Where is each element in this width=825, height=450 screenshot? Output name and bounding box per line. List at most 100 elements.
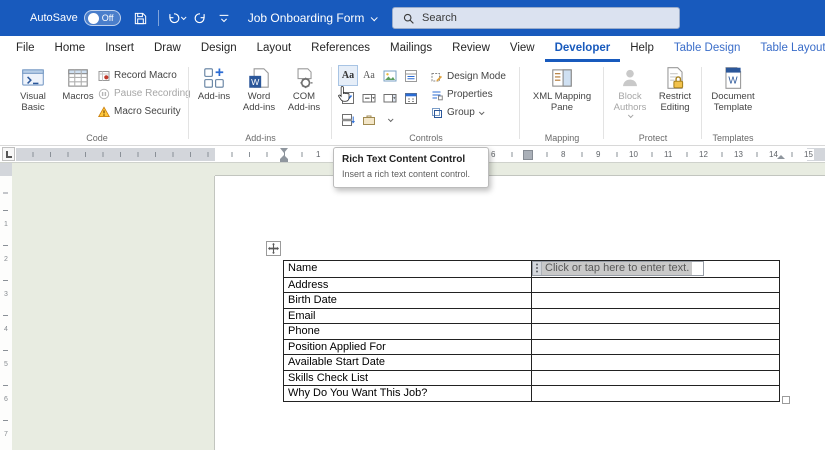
content-control-placeholder[interactable]: Click or tap here to enter text. [542, 262, 692, 275]
tab-review[interactable]: Review [442, 36, 500, 62]
table-move-handle[interactable] [266, 241, 281, 256]
table-cell-label[interactable]: Name [284, 261, 532, 277]
autosave-switch[interactable]: Off [84, 10, 121, 26]
onboarding-form-table[interactable]: Name Click or tap here to enter text. Ad… [283, 260, 780, 402]
table-cell-label[interactable]: Why Do You Want This Job? [284, 386, 532, 401]
table-cell-label[interactable]: Position Applied For [284, 340, 532, 355]
tab-stop-selector[interactable] [2, 147, 15, 161]
document-page[interactable]: Name Click or tap here to enter text. Ad… [215, 176, 825, 450]
properties-button[interactable]: Properties [431, 88, 506, 101]
undo-dropdown-icon[interactable] [181, 14, 187, 20]
redo-button[interactable] [188, 5, 212, 31]
table-cell-label[interactable]: Phone [284, 324, 532, 339]
first-line-indent-marker[interactable] [280, 148, 288, 153]
table-cell-value[interactable] [532, 371, 779, 386]
table-cell-label[interactable]: Address [284, 278, 532, 293]
com-addins-icon [291, 65, 317, 91]
table-cell-value[interactable] [532, 324, 779, 339]
autosave-toggle[interactable]: AutoSave Off [30, 10, 121, 26]
tooltip-description: Insert a rich text content control. [342, 169, 480, 180]
properties-icon [431, 89, 443, 101]
table-cell-value[interactable] [532, 309, 779, 324]
rich-text-content-control-button[interactable]: Aa [338, 65, 358, 86]
dropdown-list-content-control-button[interactable] [380, 87, 400, 108]
right-indent-marker[interactable] [777, 155, 785, 159]
macro-security-button[interactable]: Macro Security [98, 105, 191, 118]
tab-table-design[interactable]: Table Design [664, 36, 750, 62]
search-placeholder: Search [422, 12, 457, 24]
group-dropdown-icon[interactable] [479, 109, 485, 115]
building-block-gallery-control-button[interactable] [401, 65, 421, 86]
controls-more-chevron-icon[interactable] [380, 109, 400, 130]
tab-table-layout[interactable]: Table Layout [750, 36, 825, 62]
table-cell-label[interactable]: Available Start Date [284, 355, 532, 370]
tab-layout[interactable]: Layout [247, 36, 302, 62]
word-addins-button[interactable]: W Word Add-ins [237, 65, 281, 113]
titlebar-separator [158, 10, 159, 26]
table-cell-value[interactable] [532, 355, 779, 370]
content-control-handle-icon[interactable] [533, 262, 542, 275]
ruler-number: 2 [0, 255, 12, 264]
tab-draw[interactable]: Draw [144, 36, 191, 62]
tab-home[interactable]: Home [45, 36, 96, 62]
tab-help[interactable]: Help [620, 36, 664, 62]
tab-view[interactable]: View [500, 36, 545, 62]
undo-button[interactable] [164, 5, 188, 31]
undo-icon [167, 11, 181, 25]
vertical-ruler-margin [0, 163, 12, 176]
group-separator [188, 67, 189, 139]
ribbon-group-protect: Block Authors Restrict Editing Protect [607, 62, 699, 145]
com-addins-button[interactable]: COM Add-ins [283, 65, 325, 113]
ruler-page-area [215, 148, 807, 161]
controls-group-label: Controls [335, 133, 517, 143]
design-mode-button[interactable]: Design Mode [431, 70, 506, 83]
table-cell-label[interactable]: Email [284, 309, 532, 324]
record-macro-button[interactable]: Record Macro [98, 69, 191, 82]
addins-icon [201, 65, 227, 91]
table-column-marker[interactable] [523, 150, 533, 160]
table-cell-value[interactable] [532, 340, 779, 355]
search-box[interactable]: Search [392, 7, 680, 29]
plain-text-content-control-button[interactable]: Aa [359, 65, 379, 86]
tab-insert[interactable]: Insert [95, 36, 144, 62]
repeating-section-content-control-button[interactable] [338, 109, 358, 130]
left-indent-marker[interactable] [280, 159, 288, 162]
xml-mapping-pane-button[interactable]: XML Mapping Pane [529, 65, 595, 113]
document-template-icon: W [720, 65, 746, 91]
table-cell-value[interactable] [532, 293, 779, 308]
vertical-ruler[interactable]: 1 2 3 4 5 6 7 [0, 176, 12, 450]
table-cell-label[interactable]: Skills Check List [284, 371, 532, 386]
table-row: Skills Check List [284, 370, 779, 386]
macros-button[interactable]: Macros [58, 65, 98, 103]
ruler-number: 13 [733, 149, 744, 160]
table-cell-label[interactable]: Birth Date [284, 293, 532, 308]
document-template-button[interactable]: W Document Template [708, 65, 758, 113]
table-cell-value[interactable]: Click or tap here to enter text. [532, 261, 779, 277]
content-control[interactable]: Click or tap here to enter text. [532, 261, 704, 276]
picture-content-control-button[interactable] [380, 65, 400, 86]
legacy-tools-button[interactable] [359, 109, 379, 130]
tab-references[interactable]: References [301, 36, 380, 62]
addins-button[interactable]: Add-ins [193, 65, 235, 103]
tooltip-title: Rich Text Content Control [342, 154, 480, 165]
ruler-number: 3 [0, 290, 12, 299]
document-template-label: Document Template [709, 92, 757, 113]
save-button[interactable] [129, 5, 153, 31]
customize-quick-access-button[interactable] [212, 5, 236, 31]
restrict-editing-button[interactable]: Restrict Editing [654, 65, 696, 113]
document-title[interactable]: Job Onboarding Form [248, 11, 377, 25]
date-picker-content-control-button[interactable] [401, 87, 421, 108]
table-cell-value[interactable] [532, 278, 779, 293]
visual-basic-button[interactable]: Visual Basic [10, 65, 56, 113]
tab-file[interactable]: File [6, 36, 45, 62]
group-button[interactable]: Group [431, 106, 506, 119]
tab-design[interactable]: Design [191, 36, 247, 62]
tab-mailings[interactable]: Mailings [380, 36, 442, 62]
table-cell-value[interactable] [532, 386, 779, 401]
word-addins-label: Word Add-ins [241, 92, 277, 113]
combo-box-content-control-button[interactable] [359, 87, 379, 108]
autosave-knob-icon [88, 13, 99, 24]
table-resize-handle[interactable] [782, 396, 790, 404]
tab-developer[interactable]: Developer [545, 36, 621, 62]
table-row: Birth Date [284, 292, 779, 308]
